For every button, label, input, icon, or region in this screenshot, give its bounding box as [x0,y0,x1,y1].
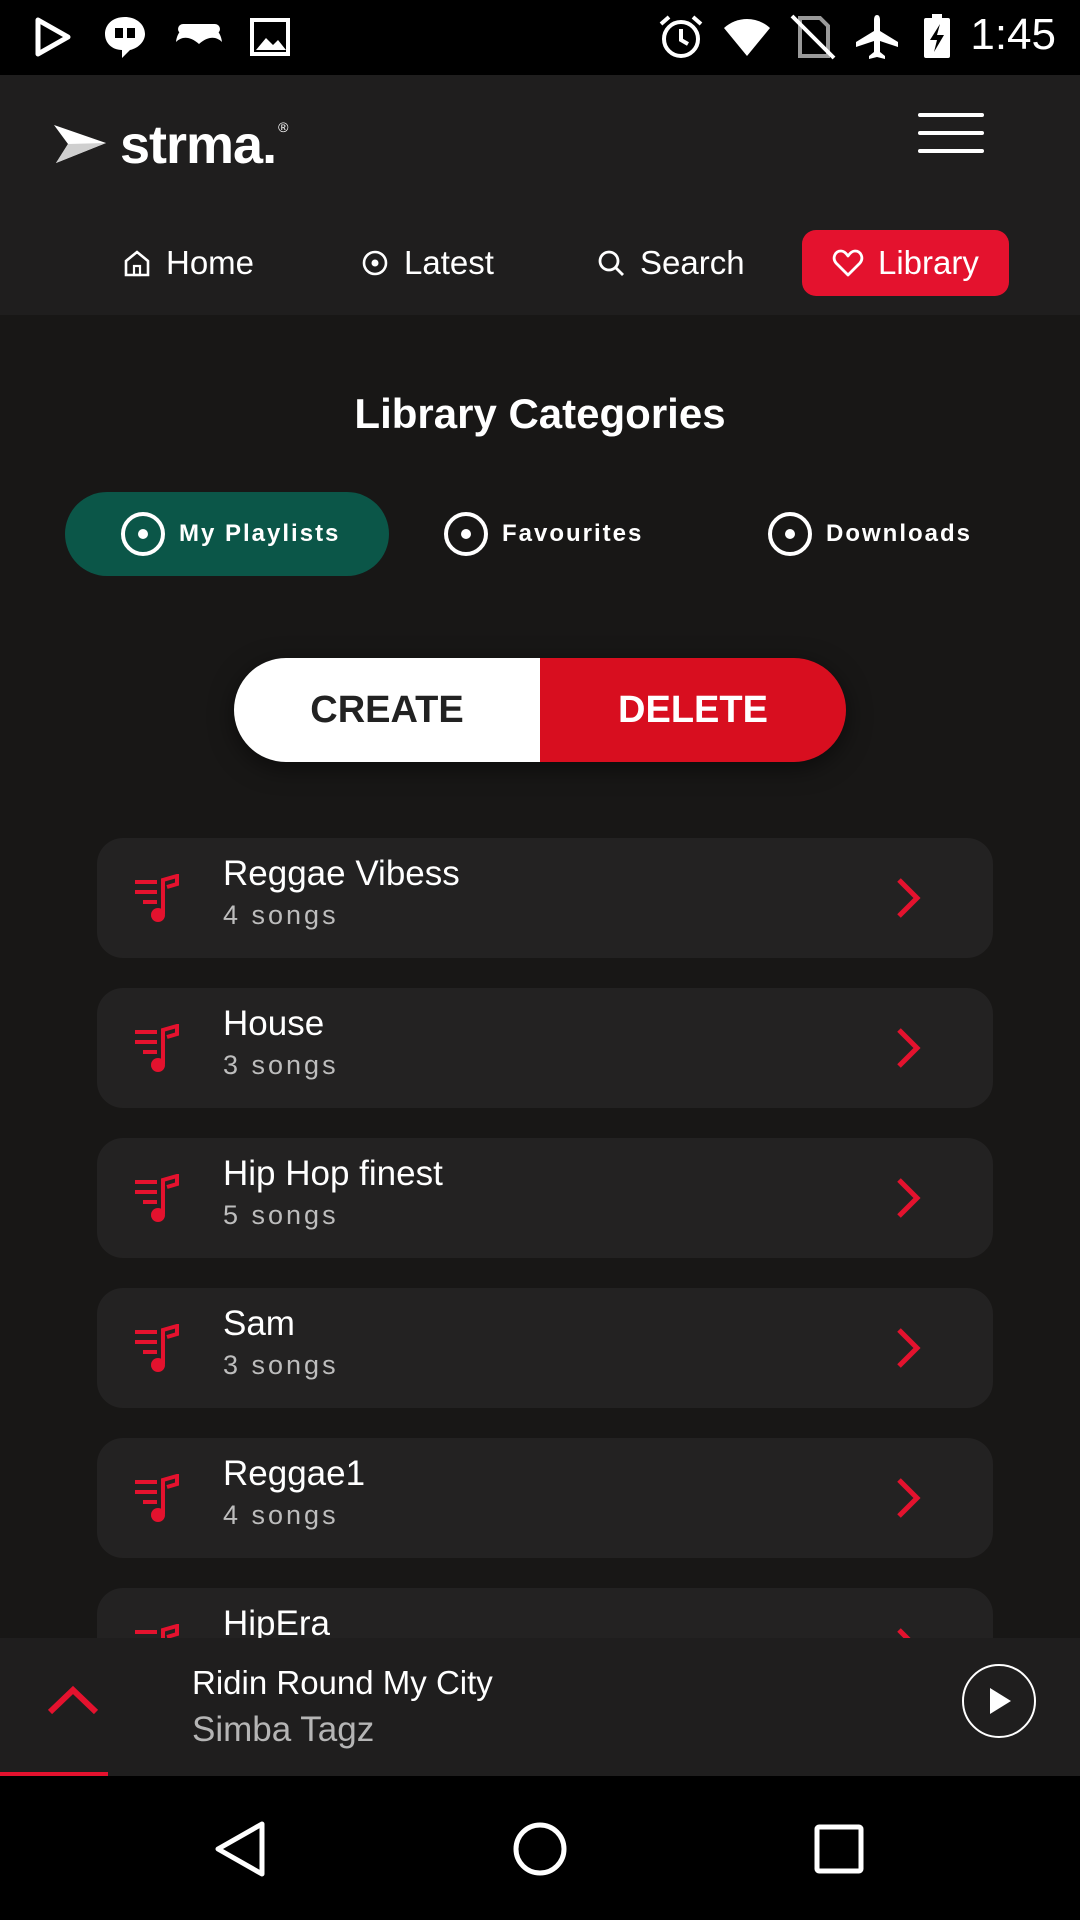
playlist-music-icon [135,1474,179,1522]
chevron-right-icon [897,878,921,918]
heart-icon [832,249,864,277]
nav-library-label: Library [878,244,979,281]
delete-button[interactable]: DELETE [540,658,846,762]
nav-home-label: Home [166,244,255,281]
mustache-icon [176,24,222,44]
menu-line [918,149,984,153]
wifi-icon [724,19,770,56]
alarm-icon [659,15,703,58]
status-bar: 1:45 [0,0,1080,75]
latest-icon [362,250,388,276]
app-header: strma. ® Home Latest Search Library [0,75,1080,315]
main-nav: Home Latest Search Library [0,230,1080,296]
playlist-row[interactable]: HipEra [97,1588,993,1638]
playlist-name: Reggae1 [223,1454,366,1493]
no-sim-icon [790,14,836,60]
playlist-name: HipEra [223,1604,330,1638]
recents-icon[interactable] [812,1820,868,1878]
clock: 1:45 [970,10,1056,59]
quote-icon [105,17,145,58]
playlist-list: Reggae Vibess 4 songs House 3 songs Hip … [0,838,1080,1638]
chevron-right-icon [897,1628,911,1638]
disc-icon [444,512,488,556]
chevron-up-icon[interactable] [46,1684,100,1718]
nav-search[interactable]: Search [596,230,745,296]
playlist-count: 3 songs [223,1350,339,1380]
play-icon [990,1688,1011,1714]
tab-favourites-label: Favourites [502,520,644,547]
system-nav-bar [0,1776,1080,1920]
playlist-count: 4 songs [223,900,339,930]
now-playing-artist: Simba Tagz [192,1710,375,1749]
menu-button[interactable] [918,113,984,153]
disc-icon [768,512,812,556]
tab-favourites[interactable]: Favourites [444,492,643,576]
playlist-music-icon [135,1624,179,1638]
playlist-count: 4 songs [223,1500,339,1530]
menu-line [918,131,984,135]
playlist-music-icon [135,874,179,922]
search-icon [598,250,624,276]
image-icon [250,18,290,56]
nav-library[interactable]: Library [802,230,1009,296]
playlist-name: Sam [223,1304,295,1343]
playlist-row[interactable]: House 3 songs [97,988,993,1108]
playlist-count: 3 songs [223,1050,339,1080]
chevron-right-icon [897,1328,921,1368]
create-button[interactable]: CREATE [234,658,540,762]
paper-plane-icon [54,125,106,163]
chevron-right-icon [897,1478,921,1518]
playlist-name: House [223,1004,325,1043]
playlist-row[interactable]: Sam 3 songs [97,1288,993,1408]
home-circle-icon[interactable] [512,1820,568,1878]
back-icon[interactable] [212,1820,268,1878]
nav-search-label: Search [640,244,745,281]
now-playing-title: Ridin Round My City [192,1664,493,1701]
nav-home[interactable]: Home [122,230,254,296]
play-button[interactable] [962,1664,1036,1738]
menu-line [918,113,984,117]
playlist-row[interactable]: Reggae1 4 songs [97,1438,993,1558]
playlist-name: Hip Hop finest [223,1154,443,1193]
disc-icon [121,512,165,556]
battery-charging-icon [924,14,950,58]
playlist-name: Reggae Vibess [223,854,460,893]
home-icon [124,250,150,277]
playlist-row[interactable]: Hip Hop finest 5 songs [97,1138,993,1258]
nav-latest-label: Latest [404,244,494,281]
mini-player[interactable]: Ridin Round My City Simba Tagz [0,1638,1080,1776]
create-delete-toggle: CREATE DELETE [234,658,846,762]
tab-my-playlists[interactable]: My Playlists [65,492,389,576]
tab-downloads-label: Downloads [826,520,973,547]
app-logo[interactable]: strma. ® [52,115,288,175]
registered-mark: ® [278,119,289,135]
tab-downloads[interactable]: Downloads [768,492,972,576]
playlist-row[interactable]: Reggae Vibess 4 songs [97,838,993,958]
nav-latest[interactable]: Latest [360,230,494,296]
play-store-icon [35,17,71,57]
playlist-music-icon [135,1024,179,1072]
chevron-right-icon [897,1178,921,1218]
tab-my-playlists-label: My Playlists [179,520,341,547]
chevron-right-icon [897,1028,921,1068]
page-title: Library Categories [354,390,726,437]
playlist-music-icon [135,1174,179,1222]
airplane-icon [856,15,898,59]
playlist-music-icon [135,1324,179,1372]
playlist-count: 5 songs [223,1200,339,1230]
app-name: strma. [120,115,277,175]
